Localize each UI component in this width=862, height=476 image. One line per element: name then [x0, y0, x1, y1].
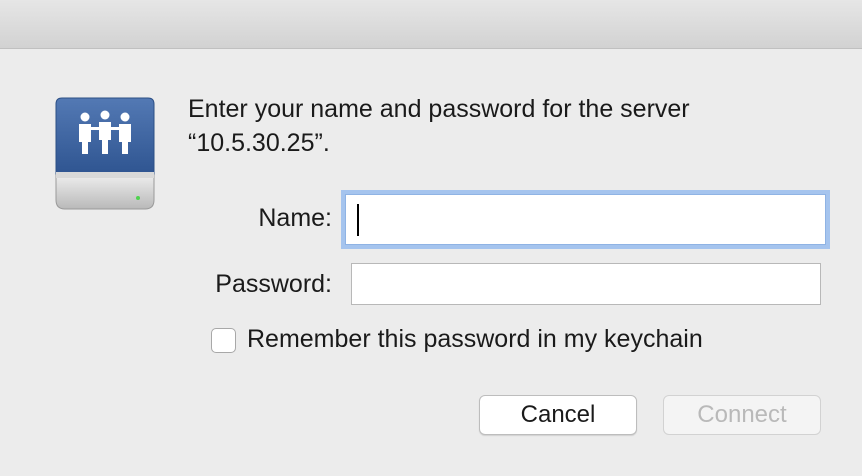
- remember-password-checkbox[interactable]: [211, 328, 236, 353]
- remember-password-label[interactable]: Remember this password in my keychain: [247, 325, 703, 354]
- connect-button[interactable]: Connect: [663, 395, 821, 435]
- cancel-button[interactable]: Cancel: [479, 395, 637, 435]
- password-label: Password:: [215, 270, 332, 298]
- text-caret: [357, 204, 359, 236]
- message-line-2: “10.5.30.25”.: [188, 129, 330, 157]
- name-label: Name:: [258, 204, 332, 232]
- server-share-icon: [55, 97, 155, 210]
- password-field[interactable]: [351, 263, 821, 305]
- message-line-1: Enter your name and password for the ser…: [188, 95, 690, 123]
- auth-dialog: Enter your name and password for the ser…: [0, 0, 862, 476]
- name-field[interactable]: [345, 194, 826, 245]
- dialog-message: Enter your name and password for the ser…: [188, 92, 828, 160]
- title-bar[interactable]: [0, 0, 862, 49]
